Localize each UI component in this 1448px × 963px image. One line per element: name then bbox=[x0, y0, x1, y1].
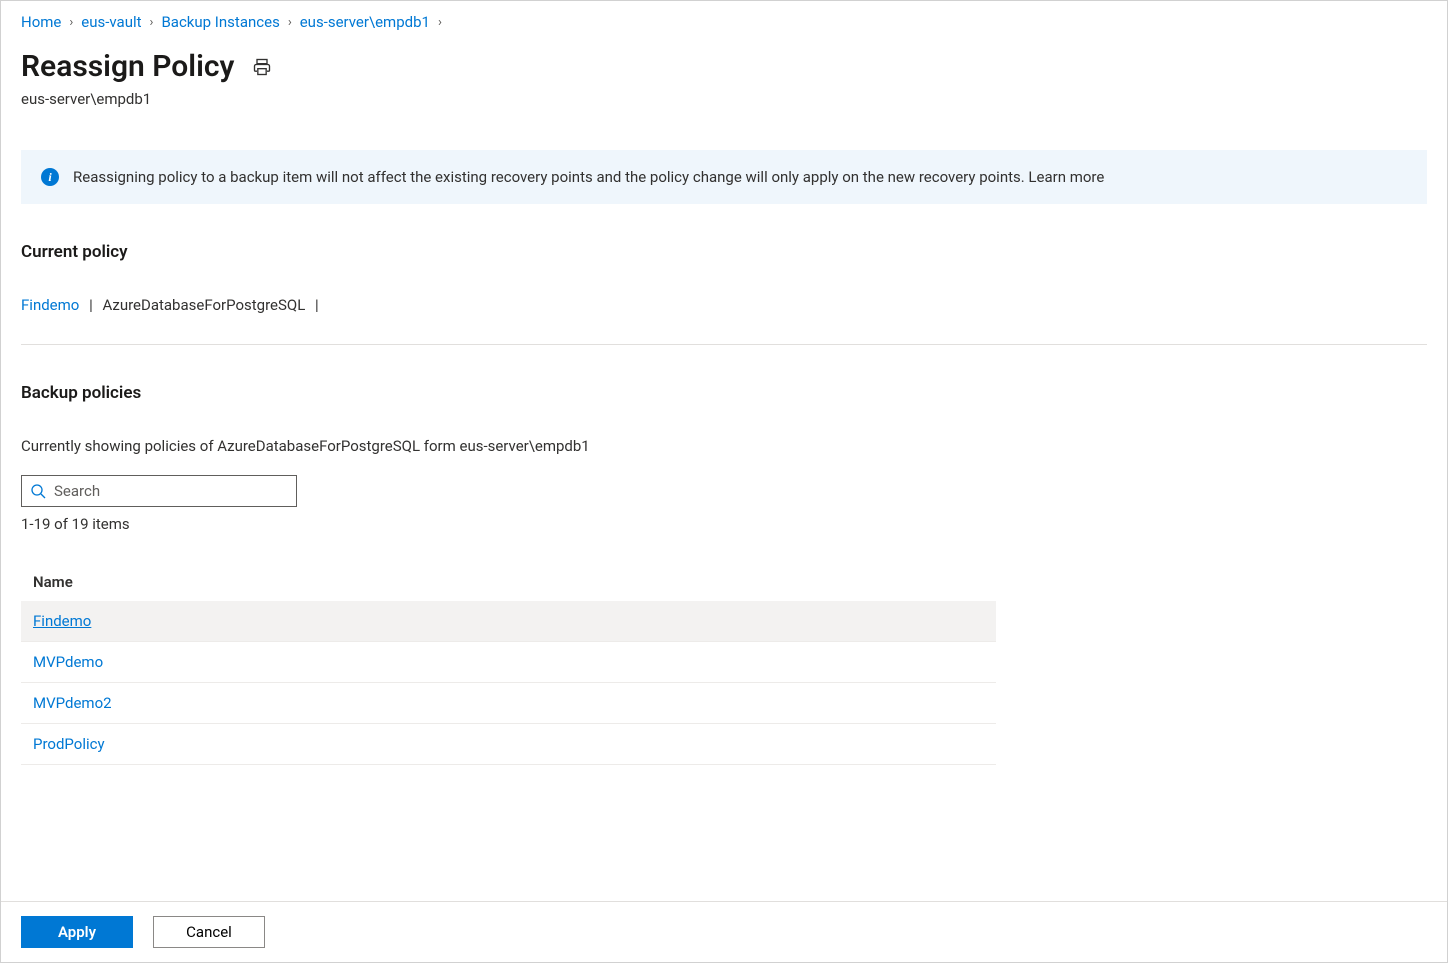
cancel-button[interactable]: Cancel bbox=[153, 916, 265, 948]
policy-link[interactable]: Findemo bbox=[33, 612, 91, 630]
print-icon[interactable] bbox=[252, 57, 272, 77]
current-policy-link[interactable]: Findemo bbox=[21, 296, 79, 314]
backup-policies-heading: Backup policies bbox=[21, 383, 1427, 403]
divider bbox=[21, 344, 1427, 345]
policy-link[interactable]: ProdPolicy bbox=[33, 735, 105, 753]
chevron-right-icon: › bbox=[288, 15, 292, 30]
current-policy-line: Findemo | AzureDatabaseForPostgreSQL | bbox=[21, 296, 1427, 314]
current-policy-heading: Current policy bbox=[21, 242, 1427, 262]
separator: | bbox=[315, 296, 319, 314]
info-banner: i Reassigning policy to a backup item wi… bbox=[21, 150, 1427, 204]
separator: | bbox=[89, 296, 93, 314]
table-row[interactable]: Findemo bbox=[21, 601, 996, 642]
info-icon: i bbox=[41, 168, 59, 186]
footer: Apply Cancel bbox=[1, 901, 1447, 962]
column-header-name[interactable]: Name bbox=[21, 563, 996, 601]
chevron-right-icon: › bbox=[438, 15, 442, 30]
table-row[interactable]: ProdPolicy bbox=[21, 724, 996, 765]
policy-link[interactable]: MVPdemo2 bbox=[33, 694, 112, 712]
breadcrumb-backup-instances[interactable]: Backup Instances bbox=[161, 13, 279, 31]
backup-policies-description: Currently showing policies of AzureDatab… bbox=[21, 437, 1427, 455]
table-row[interactable]: MVPdemo bbox=[21, 642, 996, 683]
breadcrumb-home[interactable]: Home bbox=[21, 13, 61, 31]
policy-link[interactable]: MVPdemo bbox=[33, 653, 103, 671]
apply-button[interactable]: Apply bbox=[21, 916, 133, 948]
chevron-right-icon: › bbox=[69, 15, 73, 30]
info-text: Reassigning policy to a backup item will… bbox=[73, 168, 1104, 186]
breadcrumb-instance[interactable]: eus-server\empdb1 bbox=[300, 13, 430, 31]
policies-table: Name Findemo MVPdemo MVPdemo2 ProdPolicy bbox=[21, 563, 996, 765]
item-count: 1-19 of 19 items bbox=[21, 515, 1427, 533]
search-field[interactable] bbox=[21, 475, 297, 507]
chevron-right-icon: › bbox=[150, 15, 154, 30]
breadcrumb: Home › eus-vault › Backup Instances › eu… bbox=[21, 1, 1427, 41]
breadcrumb-vault[interactable]: eus-vault bbox=[81, 13, 141, 31]
search-icon bbox=[30, 483, 46, 499]
page-title: Reassign Policy bbox=[21, 49, 234, 84]
current-policy-type: AzureDatabaseForPostgreSQL bbox=[103, 296, 306, 314]
search-input[interactable] bbox=[54, 482, 288, 500]
page-subtitle: eus-server\empdb1 bbox=[21, 90, 1427, 108]
table-row[interactable]: MVPdemo2 bbox=[21, 683, 996, 724]
